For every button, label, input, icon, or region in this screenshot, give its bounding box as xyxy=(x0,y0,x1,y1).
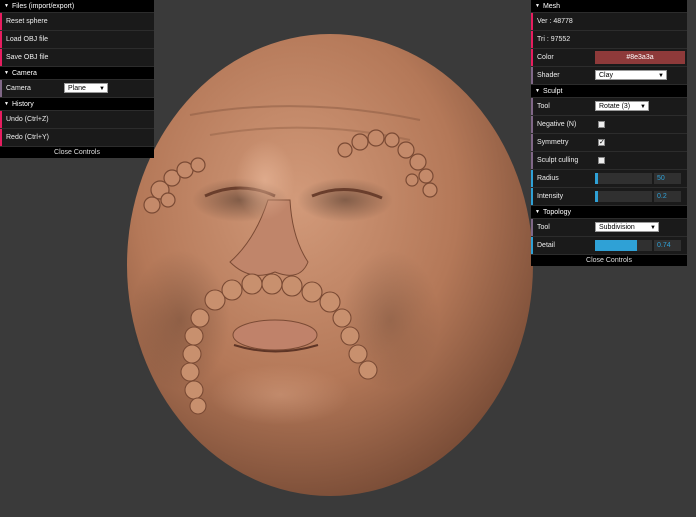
triangle-down-icon: ▼ xyxy=(4,70,9,76)
shader-row: Shader Clay ▼ xyxy=(531,67,687,85)
history-folder-header[interactable]: ▼ History xyxy=(0,98,154,111)
radius-slider[interactable] xyxy=(595,173,652,184)
negative-row: Negative (N) xyxy=(531,116,687,134)
radius-slider-fill xyxy=(595,173,598,184)
symmetry-checkbox[interactable]: ✓ xyxy=(598,139,605,146)
symmetry-row: Symmetry ✓ xyxy=(531,134,687,152)
reset-sphere-button[interactable]: Reset sphere xyxy=(0,13,154,31)
vertex-count-row: Ver : 48778 xyxy=(531,13,687,31)
select-arrow-icon: ▼ xyxy=(650,225,656,231)
intensity-slider[interactable] xyxy=(595,191,652,202)
sculpt-culling-row: Sculpt culling xyxy=(531,152,687,170)
mesh-color-picker[interactable]: #8e3a3a xyxy=(595,51,685,64)
color-row: Color #8e3a3a xyxy=(531,49,687,67)
sculpt-tool-select[interactable]: Rotate (3) ▼ xyxy=(595,101,649,111)
files-folder-header[interactable]: ▼ Files (import/export) xyxy=(0,0,154,13)
radius-row: Radius 50 xyxy=(531,170,687,188)
load-obj-button[interactable]: Load OBJ file xyxy=(0,31,154,49)
select-arrow-icon: ▼ xyxy=(658,73,664,79)
intensity-row: Intensity 0.2 xyxy=(531,188,687,206)
camera-select[interactable]: Plane ▼ xyxy=(64,83,108,93)
close-controls-button-right[interactable]: Close Controls xyxy=(531,255,687,266)
intensity-slider-fill xyxy=(595,191,598,202)
topology-tool-row: Tool Subdivision ▼ xyxy=(531,219,687,237)
detail-slider[interactable] xyxy=(595,240,652,251)
detail-slider-fill xyxy=(595,240,638,251)
sculpt-culling-checkbox[interactable] xyxy=(598,157,605,164)
sculpt-folder-header[interactable]: ▼ Sculpt xyxy=(531,85,687,98)
triangle-down-icon: ▼ xyxy=(4,3,9,9)
sculpted-head xyxy=(127,34,533,496)
save-obj-button[interactable]: Save OBJ file xyxy=(0,49,154,67)
topology-tool-select[interactable]: Subdivision ▼ xyxy=(595,222,659,232)
detail-input[interactable]: 0.74 xyxy=(654,240,681,251)
triangle-down-icon: ▼ xyxy=(535,3,540,9)
triangle-down-icon: ▼ xyxy=(535,88,540,94)
camera-folder-header[interactable]: ▼ Camera xyxy=(0,67,154,80)
mesh-folder-header[interactable]: ▼ Mesh xyxy=(531,0,687,13)
triangle-count-row: Tri : 97552 xyxy=(531,31,687,49)
select-arrow-icon: ▼ xyxy=(640,104,646,110)
radius-input[interactable]: 50 xyxy=(654,173,681,184)
right-controls-panel: ▼ Mesh Ver : 48778 Tri : 97552 Color #8e3… xyxy=(531,0,687,266)
triangle-down-icon: ▼ xyxy=(535,209,540,215)
sculpt-tool-row: Tool Rotate (3) ▼ xyxy=(531,98,687,116)
detail-row: Detail 0.74 xyxy=(531,237,687,255)
left-controls-panel: ▼ Files (import/export) Reset sphere Load… xyxy=(0,0,154,158)
shader-select[interactable]: Clay ▼ xyxy=(595,70,667,80)
intensity-input[interactable]: 0.2 xyxy=(654,191,681,202)
negative-checkbox[interactable] xyxy=(598,121,605,128)
triangle-down-icon: ▼ xyxy=(4,101,9,107)
select-arrow-icon: ▼ xyxy=(99,86,105,92)
close-controls-button-left[interactable]: Close Controls xyxy=(0,147,154,158)
undo-button[interactable]: Undo (Ctrl+Z) xyxy=(0,111,154,129)
redo-button[interactable]: Redo (Ctrl+Y) xyxy=(0,129,154,147)
topology-folder-header[interactable]: ▼ Topology xyxy=(531,206,687,219)
camera-row: Camera Plane ▼ xyxy=(0,80,154,98)
